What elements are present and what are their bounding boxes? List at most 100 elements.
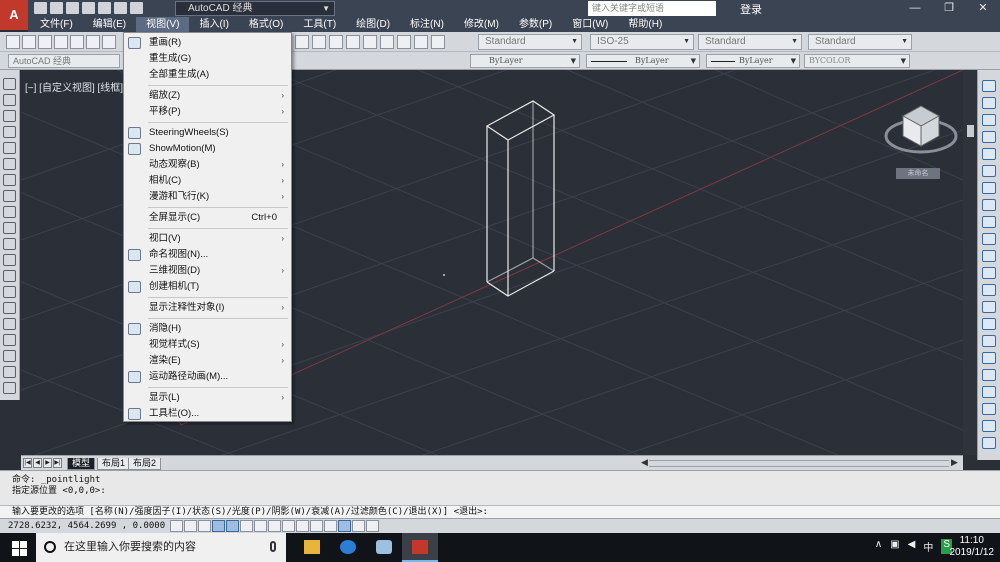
clock[interactable]: 11:10 2019/1/12 (950, 535, 995, 559)
annotation-monitor-icon[interactable] (352, 520, 365, 532)
view-menu-item[interactable]: 显示注释性对象(I) › (124, 300, 291, 316)
view-menu-item[interactable]: 漫游和飞行(K) › (124, 189, 291, 205)
text-style-dropdown[interactable]: Standard ▼ (478, 34, 582, 50)
hatch-icon[interactable] (3, 302, 16, 314)
restore-button[interactable]: ❐ (932, 0, 966, 17)
gradient-icon[interactable] (3, 318, 16, 330)
scroll-right-icon[interactable]: ▶ (951, 457, 958, 468)
table-icon[interactable] (3, 350, 16, 362)
region-icon[interactable] (3, 334, 16, 346)
view-menu-item[interactable]: 运动路径动画(M)... (124, 369, 291, 385)
trim-icon[interactable] (982, 233, 996, 245)
save-as-icon[interactable] (82, 2, 95, 14)
design-center-icon[interactable] (346, 35, 360, 49)
network-icon[interactable]: ▣ (890, 539, 899, 554)
ellipse-arc-icon[interactable] (3, 238, 16, 250)
selection-cycling-icon[interactable] (338, 520, 351, 532)
new-file-icon[interactable] (34, 2, 47, 14)
revision-cloud-icon[interactable] (3, 190, 16, 202)
chamfer-icon[interactable] (982, 318, 996, 330)
lineweight-dropdown[interactable]: ByLayer ▼ (706, 54, 800, 68)
print-icon[interactable] (98, 2, 111, 14)
undo-icon[interactable] (114, 2, 127, 14)
dyn-icon[interactable] (282, 520, 295, 532)
polygon-icon[interactable] (3, 126, 16, 138)
extend-icon[interactable] (982, 250, 996, 262)
tool-palettes-icon[interactable] (363, 35, 377, 49)
publish-icon[interactable] (86, 35, 100, 49)
join-icon[interactable] (982, 301, 996, 313)
polyline-icon[interactable] (3, 110, 16, 122)
paint-app[interactable] (366, 533, 402, 562)
view-menu-item[interactable]: 缩放(Z) › (124, 88, 291, 104)
redo-icon[interactable] (130, 2, 143, 14)
autocad-app[interactable] (402, 533, 438, 562)
construction-line-icon[interactable] (3, 94, 16, 106)
view-menu-item[interactable]: 三维视图(D) › (124, 263, 291, 279)
menu-item[interactable]: 标注(N) (400, 17, 454, 32)
spline-icon[interactable] (3, 206, 16, 218)
arc-icon[interactable] (3, 158, 16, 170)
view-menu-item[interactable]: 平移(P) › (124, 104, 291, 120)
ducs-icon[interactable] (268, 520, 281, 532)
menu-item[interactable]: 插入(I) (189, 17, 238, 32)
workspace-combo[interactable]: AutoCAD 经典 (8, 54, 120, 68)
scroll-left-icon[interactable]: ◀ (641, 457, 648, 468)
help-icon[interactable] (431, 35, 445, 49)
tab-layout2[interactable]: 布局2 (128, 458, 162, 470)
rotate-icon[interactable] (982, 182, 996, 194)
vertical-scrollbar[interactable] (963, 70, 977, 455)
bring-front-icon[interactable] (982, 403, 996, 415)
help-search-input[interactable]: 键入关键字或短语 (588, 1, 716, 16)
view-menu-item[interactable]: ShowMotion(M) (124, 141, 291, 157)
tab-layout1[interactable]: 布局1 (97, 458, 131, 470)
zoom-window-icon[interactable] (295, 35, 309, 49)
view-menu-item[interactable]: 重生成(G) (124, 51, 291, 67)
blend-icon[interactable] (982, 352, 996, 364)
linetype-dropdown[interactable]: ByLayer ▼ (586, 54, 700, 68)
calculator-icon[interactable] (414, 35, 428, 49)
view-menu-item[interactable]: 命名视图(N)... (124, 247, 291, 263)
snap-icon[interactable] (170, 520, 183, 532)
insert-block-icon[interactable] (3, 254, 16, 266)
menu-item[interactable]: 绘图(D) (346, 17, 400, 32)
view-menu-item[interactable]: 全屏显示(C) Ctrl+0 (124, 210, 291, 226)
model-space-icon[interactable] (366, 520, 379, 532)
view-menu-item[interactable]: SteeringWheels(S) (124, 125, 291, 141)
tab-model[interactable]: 模型 (67, 458, 96, 470)
menu-item[interactable]: 窗口(W) (562, 17, 618, 32)
grid-icon[interactable] (184, 520, 197, 532)
input-method-icon[interactable]: 中 (923, 539, 933, 554)
cut-icon[interactable] (102, 35, 116, 49)
menu-item[interactable]: 视图(V) (136, 17, 190, 32)
open-icon[interactable] (22, 35, 36, 49)
menu-item[interactable]: 参数(P) (509, 17, 562, 32)
horizontal-scrollbar[interactable] (649, 460, 949, 467)
make-block-icon[interactable] (3, 270, 16, 282)
menu-item[interactable]: 修改(M) (454, 17, 509, 32)
properties-icon[interactable] (329, 35, 343, 49)
mleader-style-dropdown[interactable]: Standard ▼ (808, 34, 912, 50)
menu-item[interactable]: 格式(O) (239, 17, 293, 32)
menu-item[interactable]: 文件(F) (30, 17, 83, 32)
view-menu-item[interactable]: 视口(V) › (124, 231, 291, 247)
point-icon[interactable] (3, 286, 16, 298)
view-menu-item[interactable]: 创建相机(T) (124, 279, 291, 295)
otrack-icon[interactable] (254, 520, 267, 532)
fillet-icon[interactable] (982, 335, 996, 347)
menu-item[interactable]: 帮助(H) (618, 17, 672, 32)
workspace-dropdown[interactable]: AutoCAD 经典 ▼ (175, 1, 335, 16)
menu-item[interactable]: 工具(T) (293, 17, 346, 32)
mirror-icon[interactable] (982, 114, 996, 126)
lineweight-icon[interactable] (296, 520, 309, 532)
microphone-icon[interactable] (270, 541, 276, 552)
color-dropdown[interactable]: ByLayer ▼ (470, 54, 580, 68)
taskbar-search[interactable]: 在这里输入你要搜索的内容 (36, 533, 286, 562)
plotstyle-dropdown[interactable]: BYCOLOR ▼ (804, 54, 910, 68)
ellipse-icon[interactable] (3, 222, 16, 234)
draw-order-icon[interactable] (982, 386, 996, 398)
view-menu-item[interactable]: 动态观察(B) › (124, 157, 291, 173)
sheet-set-icon[interactable] (380, 35, 394, 49)
plot-preview-icon[interactable] (70, 35, 84, 49)
scroll-thumb[interactable] (967, 125, 974, 137)
